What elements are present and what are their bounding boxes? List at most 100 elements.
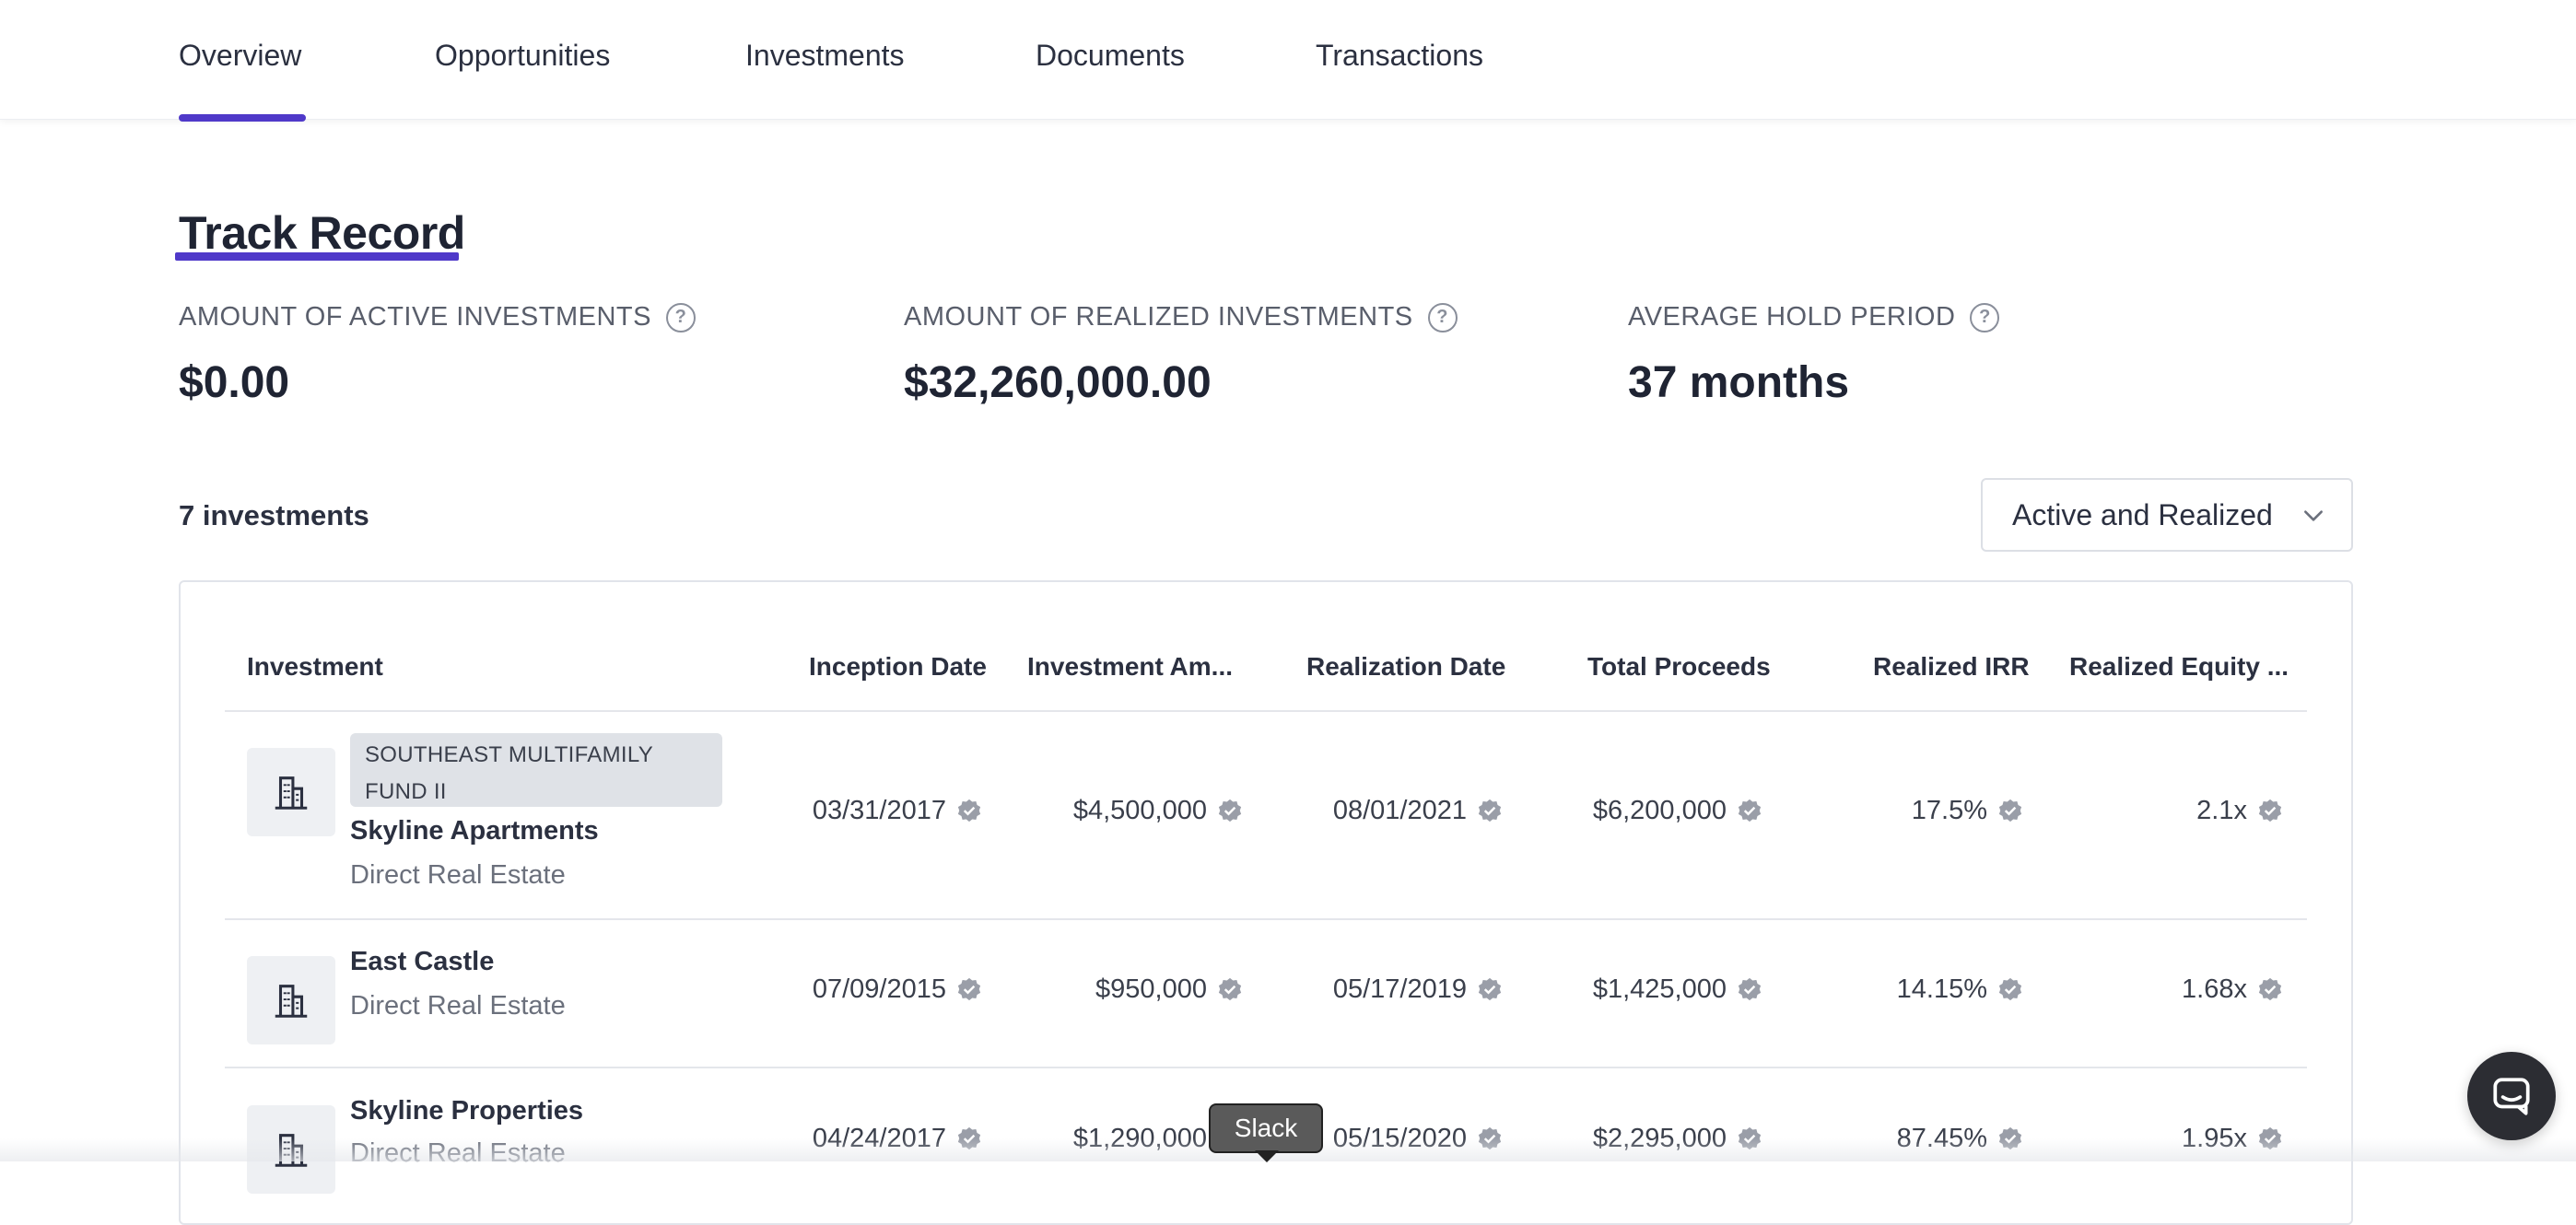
column-header-investment[interactable]: Investment <box>247 652 383 682</box>
building-icon <box>247 1105 335 1194</box>
cell-value: 05/15/2020 <box>1332 1124 1467 1153</box>
tooltip-arrow <box>1255 1150 1279 1162</box>
cell-value: 1.68x <box>2182 974 2247 1004</box>
investments-count: 7 investments <box>179 499 369 531</box>
investment-name[interactable]: Skyline Properties <box>350 1096 583 1126</box>
realized-irr-cell: 17.5% <box>1912 796 2024 826</box>
verified-badge-icon <box>957 1126 981 1149</box>
inception-date-cell: 04/24/2017 <box>813 1124 983 1154</box>
tab-opportunities[interactable]: Opportunities <box>435 39 610 83</box>
investment-type: Direct Real Estate <box>350 1138 566 1168</box>
realized-irr-cell: 14.15% <box>1897 974 2024 1005</box>
question-circle-icon[interactable]: ? <box>1427 302 1458 332</box>
column-header-investment-amount[interactable]: Investment Am... <box>1027 652 1233 682</box>
question-circle-icon[interactable]: ? <box>665 302 696 332</box>
verified-badge-icon <box>1998 977 2022 1000</box>
verified-badge-icon <box>1998 799 2022 822</box>
building-icon <box>247 748 335 836</box>
verified-badge-icon <box>957 977 981 1000</box>
cell-value: $4,500,000 <box>1072 796 1207 825</box>
tab-investments[interactable]: Investments <box>745 39 905 83</box>
cell-value: 17.5% <box>1911 796 1987 825</box>
total-proceeds-cell: $2,295,000 <box>1593 1124 1763 1154</box>
cell-value: 1.95x <box>2182 1124 2247 1153</box>
verified-badge-icon <box>1478 799 1502 822</box>
chat-launcher-button[interactable] <box>2467 1052 2556 1140</box>
filter-selected-value: Active and Realized <box>2012 497 2273 531</box>
chat-bubble-icon <box>2493 1078 2530 1115</box>
cell-value: $1,425,000 <box>1592 974 1727 1004</box>
cell-value: 04/24/2017 <box>812 1124 946 1153</box>
stat-label-active: AMOUNT OF ACTIVE INVESTMENTS ? <box>179 302 696 332</box>
stat-label-text: AMOUNT OF REALIZED INVESTMENTS <box>904 302 1413 332</box>
total-proceeds-cell: $1,425,000 <box>1593 974 1763 1005</box>
investment-name[interactable]: Skyline Apartments <box>350 816 599 846</box>
verified-badge-icon <box>1738 977 1762 1000</box>
verified-badge-icon <box>1478 977 1502 1000</box>
inception-date-cell: 03/31/2017 <box>813 796 983 826</box>
cell-value: 08/01/2021 <box>1332 796 1467 825</box>
stat-label-realized: AMOUNT OF REALIZED INVESTMENTS ? <box>904 302 1458 332</box>
total-proceeds-cell: $6,200,000 <box>1593 796 1763 826</box>
cell-value: $6,200,000 <box>1592 796 1727 825</box>
realized-equity-cell: 2.1x <box>2196 796 2284 826</box>
verified-badge-icon <box>1998 1126 2022 1149</box>
column-header-realized-irr[interactable]: Realized IRR <box>1873 652 2030 682</box>
cell-value: $950,000 <box>1095 974 1207 1004</box>
column-header-realization-date[interactable]: Realization Date <box>1306 652 1505 682</box>
active-tab-indicator <box>179 114 306 122</box>
column-header-realized-equity[interactable]: Realized Equity ... <box>2069 652 2289 682</box>
cell-value: $1,290,000 <box>1072 1124 1207 1153</box>
tab-documents[interactable]: Documents <box>1036 39 1185 83</box>
verified-badge-icon <box>1218 977 1242 1000</box>
question-circle-icon[interactable]: ? <box>1970 302 2000 332</box>
realized-irr-cell: 87.45% <box>1897 1124 2024 1154</box>
inception-date-cell: 07/09/2015 <box>813 974 983 1005</box>
verified-badge-icon <box>2258 977 2282 1000</box>
realized-equity-cell: 1.68x <box>2182 974 2284 1005</box>
realized-equity-cell: 1.95x <box>2182 1124 2284 1154</box>
stat-label-text: AMOUNT OF ACTIVE INVESTMENTS <box>179 302 651 332</box>
verified-badge-icon <box>957 799 981 822</box>
table-row-divider <box>225 918 2307 920</box>
stat-value-active: $0.00 <box>179 358 290 407</box>
table-row-divider <box>225 1067 2307 1068</box>
investment-amount-cell: $4,500,000 <box>1073 796 1244 826</box>
tab-overview[interactable]: Overview <box>179 39 301 83</box>
cell-value: 07/09/2015 <box>812 974 946 1004</box>
realization-date-cell: 05/15/2020 <box>1333 1124 1504 1154</box>
investment-type: Direct Real Estate <box>350 860 566 890</box>
verified-badge-icon <box>2258 1126 2282 1149</box>
verified-badge-icon <box>1738 1126 1762 1149</box>
cell-value: $2,295,000 <box>1592 1124 1727 1153</box>
verified-badge-icon <box>2258 799 2282 822</box>
cell-value: 2.1x <box>2196 796 2247 825</box>
cell-value: 87.45% <box>1896 1124 1987 1153</box>
building-icon <box>247 956 335 1044</box>
verified-badge-icon <box>1218 799 1242 822</box>
investment-name[interactable]: East Castle <box>350 947 494 977</box>
stat-label-text: AVERAGE HOLD PERIOD <box>1628 302 1956 332</box>
section-title-underline <box>175 252 459 261</box>
tab-transactions[interactable]: Transactions <box>1316 39 1483 83</box>
stat-value-hold: 37 months <box>1628 358 1850 407</box>
fund-badge: SOUTHEAST MULTIFAMILY FUND II <box>350 733 722 807</box>
chevron-down-icon <box>2304 510 2323 521</box>
tooltip: Slack <box>1209 1103 1323 1153</box>
realization-date-cell: 05/17/2019 <box>1333 974 1504 1005</box>
cell-value: 05/17/2019 <box>1332 974 1467 1004</box>
verified-badge-icon <box>1738 799 1762 822</box>
verified-badge-icon <box>1478 1126 1502 1149</box>
status-filter-select[interactable]: Active and Realized <box>1981 478 2353 552</box>
table-header-divider <box>225 710 2307 712</box>
cell-value: 14.15% <box>1896 974 1987 1004</box>
top-nav: Overview Opportunities Investments Docum… <box>0 0 2576 122</box>
column-header-inception-date[interactable]: Inception Date <box>809 652 987 682</box>
stat-label-hold: AVERAGE HOLD PERIOD ? <box>1628 302 2000 332</box>
stat-value-realized: $32,260,000.00 <box>904 358 1212 407</box>
investment-amount-cell: $950,000 <box>1095 974 1244 1005</box>
column-header-total-proceeds[interactable]: Total Proceeds <box>1587 652 1771 682</box>
realization-date-cell: 08/01/2021 <box>1333 796 1504 826</box>
cell-value: 03/31/2017 <box>812 796 946 825</box>
investment-type: Direct Real Estate <box>350 991 566 1021</box>
